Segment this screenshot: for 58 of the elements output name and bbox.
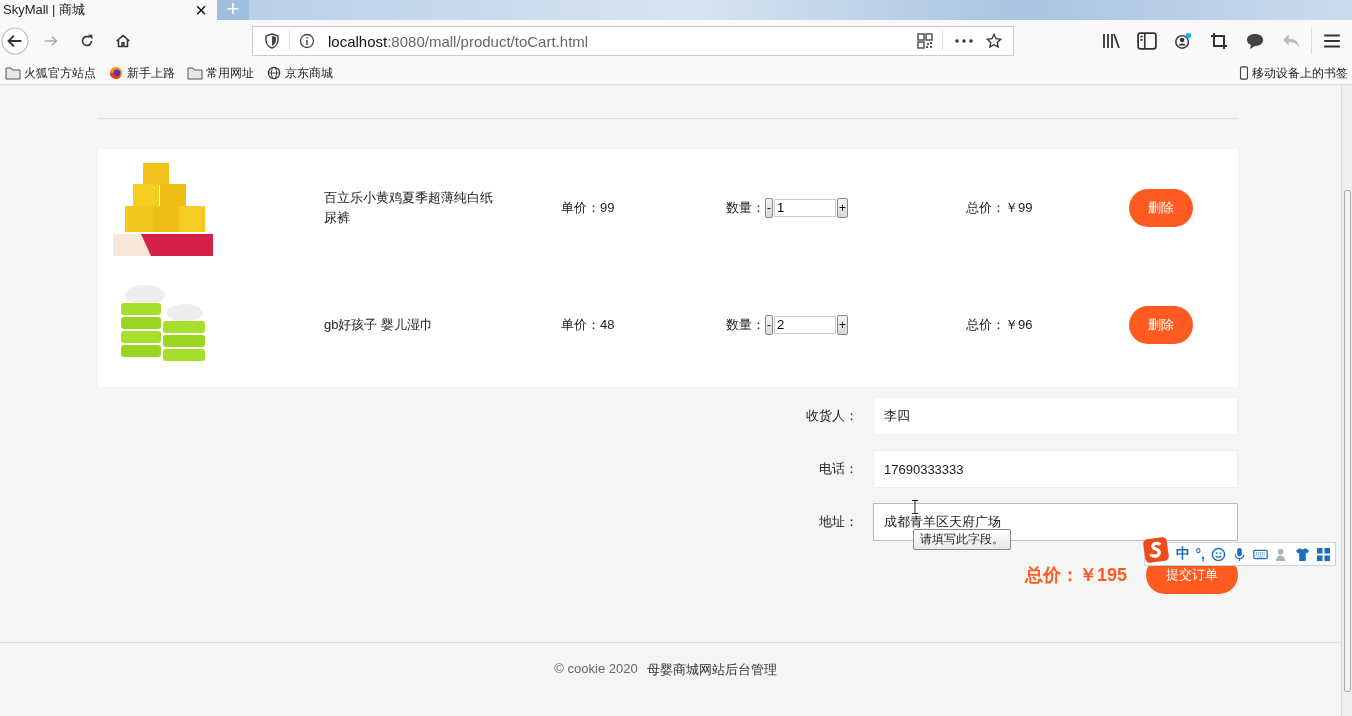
shield-icon[interactable] — [264, 33, 280, 49]
crop-icon[interactable] — [1209, 32, 1229, 50]
product-name: gb好孩子 婴儿湿巾 — [324, 315, 435, 334]
phone-icon — [1239, 66, 1249, 80]
chat-icon[interactable] — [1245, 32, 1265, 50]
quantity-label: 数量： — [726, 198, 765, 217]
bookmark-item[interactable]: 常用网址 — [187, 64, 254, 82]
order-total: 总价：￥195 — [1024, 564, 1127, 587]
smiley-icon[interactable] — [1211, 546, 1226, 562]
qr-code-icon[interactable] — [917, 33, 933, 49]
item-total: 总价：￥96 — [966, 315, 1034, 334]
back-icon[interactable] — [1, 27, 29, 55]
fox-globe-icon — [108, 66, 124, 80]
ime-logo-icon[interactable] — [1141, 536, 1170, 564]
input-field[interactable]: 李四 — [873, 397, 1238, 435]
increase-button[interactable]: + — [837, 197, 848, 218]
tab-title: SkyMall | 商城 — [3, 1, 86, 19]
field-label: 电话： — [818, 460, 859, 478]
field-label: 地址： — [818, 513, 859, 531]
product-name: 百立乐小黄鸡夏季超薄纯白纸尿裤 — [324, 188, 494, 227]
decrease-button[interactable]: - — [765, 197, 773, 218]
mobile-bookmarks[interactable]: 移动设备上的书签 — [1239, 64, 1348, 82]
microphone-icon[interactable] — [1232, 546, 1247, 562]
library-icon[interactable] — [1101, 32, 1121, 50]
info-icon[interactable] — [299, 33, 315, 49]
grid-icon[interactable] — [1316, 546, 1331, 562]
quantity-field[interactable]: 2 — [774, 315, 836, 334]
decrease-button[interactable]: - — [765, 314, 773, 335]
scrollbar[interactable] — [1341, 85, 1352, 716]
account-icon[interactable] — [1173, 32, 1193, 50]
star-icon[interactable] — [986, 33, 1002, 49]
item-total: 总价：￥99 — [966, 198, 1034, 217]
menu-icon[interactable] — [1322, 32, 1342, 50]
bookmark-item[interactable]: 京东商城 — [266, 64, 333, 82]
field-label: 收货人： — [805, 407, 859, 425]
text-cursor-icon — [912, 500, 918, 514]
input-field[interactable]: 17690333333 — [873, 450, 1238, 488]
footer-text: 母婴商城网站后台管理 — [646, 661, 777, 679]
folder-icon — [5, 66, 21, 80]
bookmark-item[interactable]: 新手上路 — [108, 64, 175, 82]
unit-price: 单价：48 — [561, 315, 616, 334]
shirt-icon[interactable] — [1295, 546, 1310, 562]
address-bar[interactable]: localhost:8080/mall/product/toCart.html — [252, 26, 1014, 56]
url-text: localhost:8080/mall/product/toCart.html — [328, 32, 589, 50]
folder-icon — [187, 66, 203, 80]
copyright-text: © cookie 2020 — [554, 661, 638, 678]
globe-icon — [266, 66, 282, 80]
more-icon[interactable] — [955, 39, 973, 43]
bookmark-item[interactable]: 火狐官方站点 — [5, 64, 96, 82]
home-icon[interactable] — [113, 32, 133, 50]
unit-price: 单价：99 — [561, 198, 616, 217]
quantity-field[interactable]: 1 — [774, 198, 836, 217]
sidebar-icon[interactable] — [1137, 32, 1157, 50]
close-icon[interactable]: × — [195, 0, 207, 20]
validation-tooltip: 请填写此字段。 — [913, 529, 1011, 550]
increase-button[interactable]: + — [837, 314, 848, 335]
browser-tab[interactable]: SkyMall | 商城 × — [0, 0, 217, 20]
quantity-label: 数量： — [726, 315, 765, 334]
